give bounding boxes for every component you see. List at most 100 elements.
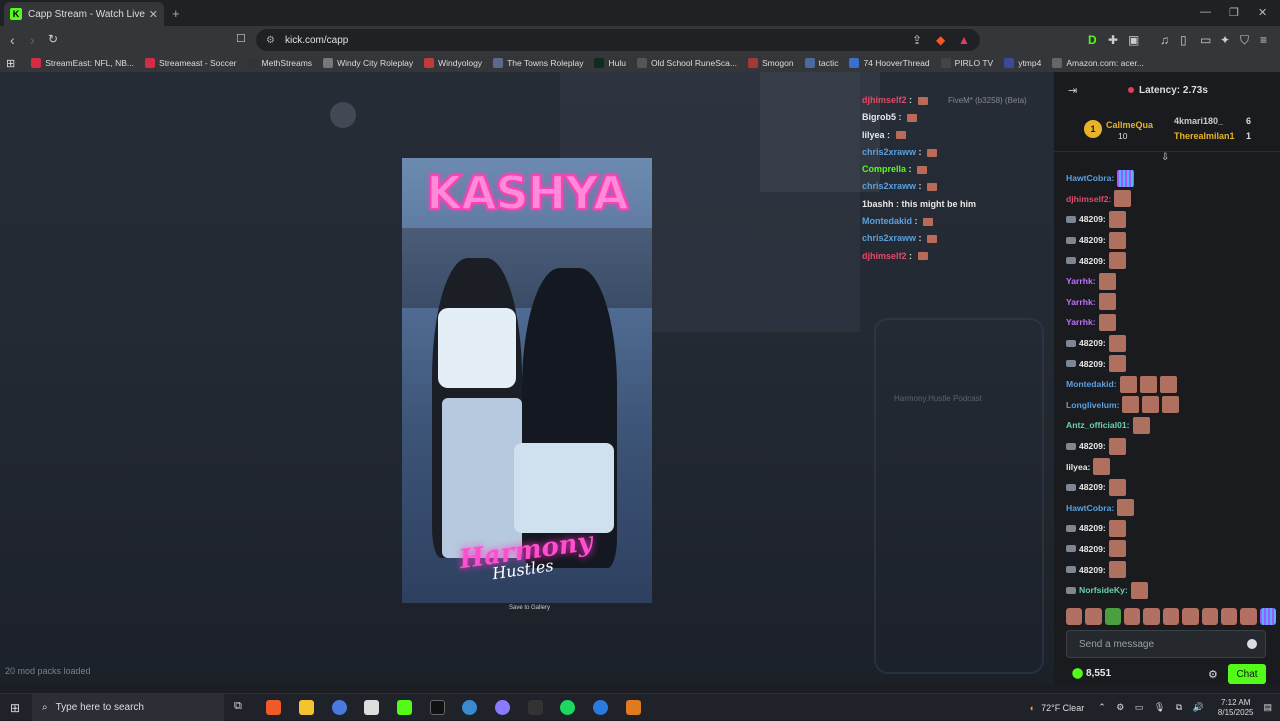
- chat-message[interactable]: 48209:: [1066, 518, 1276, 539]
- chat-input[interactable]: Send a message: [1066, 630, 1266, 658]
- leader-name-2[interactable]: 4kmari180_: [1174, 116, 1223, 126]
- brave-taskbar-icon[interactable]: [266, 700, 281, 715]
- video-player[interactable]: FiveM* (b3258) (Beta) KASHYA Harmony Hus…: [0, 72, 1054, 684]
- bookmark-item[interactable]: 74 HooverThread: [849, 58, 930, 68]
- tray-icons[interactable]: ⌃ ⚙ ▭ 🎙 ⧉ 🔊: [1098, 702, 1208, 713]
- sidebar-icon[interactable]: ▯: [1180, 33, 1187, 47]
- chrome-taskbar-icon[interactable]: [332, 700, 347, 715]
- leo-ai-icon[interactable]: ✦: [1220, 33, 1230, 47]
- window-close-icon[interactable]: ✕: [1258, 6, 1267, 19]
- app-a-taskbar-icon[interactable]: [626, 700, 641, 715]
- chat-username[interactable]: 48209:: [1079, 256, 1106, 266]
- chat-message[interactable]: 48209:: [1066, 477, 1276, 498]
- extensions-icon[interactable]: ✚: [1108, 33, 1118, 47]
- chat-username[interactable]: 48209:: [1079, 565, 1106, 575]
- maximize-icon[interactable]: ❐: [1229, 6, 1239, 19]
- share-icon[interactable]: ⇪: [912, 33, 922, 47]
- start-windows-icon[interactable]: ⊞: [10, 701, 20, 715]
- bookmark-item[interactable]: Old School RuneSca...: [636, 58, 737, 68]
- chat-message[interactable]: 48209:: [1066, 333, 1276, 354]
- capcut-taskbar-icon[interactable]: [364, 700, 379, 715]
- quick-emote[interactable]: [1143, 608, 1160, 625]
- collapse-chat-icon[interactable]: ⇥: [1068, 84, 1077, 97]
- chat-username[interactable]: Yarrhk:: [1066, 276, 1096, 286]
- chat-message[interactable]: 48209:: [1066, 230, 1276, 251]
- discord-taskbar-icon[interactable]: [495, 700, 510, 715]
- chat-message[interactable]: 48209:: [1066, 559, 1276, 580]
- chat-message[interactable]: lilyea:: [1066, 456, 1276, 477]
- chat-username[interactable]: Yarrhk:: [1066, 317, 1096, 327]
- chat-username[interactable]: 48209:: [1079, 214, 1106, 224]
- chat-username[interactable]: 48209:: [1079, 544, 1106, 554]
- chat-username[interactable]: HawtCobra:: [1066, 503, 1114, 513]
- chat-message[interactable]: 48209:: [1066, 436, 1276, 457]
- chat-message[interactable]: NorfsideKy:: [1066, 580, 1276, 601]
- file-explorer-icon[interactable]: [299, 700, 314, 715]
- forward-icon[interactable]: ›: [30, 32, 35, 48]
- chat-message[interactable]: Montedakid:: [1066, 374, 1276, 395]
- spotify-taskbar-icon[interactable]: [560, 700, 575, 715]
- extension-d-icon[interactable]: D: [1088, 33, 1097, 47]
- chat-message[interactable]: HawtCobra:: [1066, 498, 1276, 519]
- quick-emote[interactable]: [1085, 608, 1102, 625]
- chat-message[interactable]: 48209:: [1066, 250, 1276, 271]
- chat-username[interactable]: Antz_official01:: [1066, 420, 1130, 430]
- chat-username[interactable]: 48209:: [1079, 338, 1106, 348]
- task-view-icon[interactable]: ⧉: [234, 700, 242, 713]
- chat-username[interactable]: 48209:: [1079, 441, 1106, 451]
- channel-points[interactable]: ⬤ 8,551: [1072, 668, 1111, 679]
- notifications-icon[interactable]: ▤: [1263, 702, 1272, 713]
- bookmark-item[interactable]: Amazon.com: acer...: [1052, 58, 1144, 68]
- extension-box-icon[interactable]: ▣: [1128, 33, 1139, 47]
- apps-grid-icon[interactable]: ⊞: [6, 57, 15, 70]
- chat-username[interactable]: HawtCobra:: [1066, 173, 1114, 183]
- chat-username[interactable]: NorfsideKy:: [1079, 585, 1128, 595]
- scroll-down-icon[interactable]: ⇩: [1161, 152, 1169, 163]
- tab-active[interactable]: K Capp Stream - Watch Live on ✕: [4, 2, 164, 26]
- quick-emote[interactable]: [1124, 608, 1141, 625]
- chat-message[interactable]: Yarrhk:: [1066, 271, 1276, 292]
- chat-message[interactable]: 48209:: [1066, 209, 1276, 230]
- chat-username[interactable]: Montedakid:: [1066, 379, 1117, 389]
- chat-username[interactable]: 48209:: [1079, 523, 1106, 533]
- minimize-icon[interactable]: —: [1200, 6, 1211, 18]
- quick-emote[interactable]: [1259, 608, 1276, 625]
- skype-taskbar-icon[interactable]: [593, 700, 608, 715]
- quick-emote[interactable]: [1162, 608, 1180, 625]
- chat-message[interactable]: Yarrhk:: [1066, 312, 1276, 333]
- bookmark-icon[interactable]: ☐: [236, 32, 246, 45]
- quick-emote[interactable]: [1220, 608, 1238, 625]
- leader-name-1[interactable]: CallmeQua: [1106, 120, 1153, 130]
- chat-send-button[interactable]: Chat: [1228, 664, 1266, 684]
- emoji-picker-icon[interactable]: [1247, 639, 1257, 649]
- quick-emote[interactable]: [1182, 608, 1199, 625]
- clock[interactable]: 7:12 AM 8/15/2025: [1218, 698, 1254, 718]
- quick-emote[interactable]: [1201, 608, 1218, 625]
- back-icon[interactable]: ‹: [10, 32, 15, 48]
- bookmark-item[interactable]: Smogon: [747, 58, 794, 68]
- brave-rewards-icon[interactable]: ▲: [958, 33, 970, 47]
- chat-message[interactable]: HawtCobra:: [1066, 168, 1276, 189]
- chat-username[interactable]: 48209:: [1079, 359, 1106, 369]
- chat-message[interactable]: 48209:: [1066, 539, 1276, 560]
- chat-message[interactable]: 48209:: [1066, 353, 1276, 374]
- weather-text[interactable]: 72°F Clear: [1041, 703, 1084, 713]
- kick-taskbar-icon[interactable]: [397, 700, 412, 715]
- reload-icon[interactable]: ↻: [48, 32, 58, 46]
- media-icon[interactable]: ♫: [1160, 33, 1169, 47]
- bookmark-item[interactable]: MethStreams: [247, 58, 312, 68]
- controller-taskbar-icon[interactable]: [528, 700, 543, 715]
- x-taskbar-icon[interactable]: [430, 700, 445, 715]
- quick-emote[interactable]: [1066, 608, 1083, 625]
- bookmark-item[interactable]: Streameast - Soccer: [145, 58, 237, 68]
- brave-shield-icon[interactable]: ◆: [936, 33, 945, 47]
- new-tab-button[interactable]: +: [172, 6, 180, 21]
- bookmark-item[interactable]: PIRLO TV: [940, 58, 993, 68]
- site-info-icon[interactable]: ⚙: [266, 35, 275, 46]
- bookmark-item[interactable]: StreamEast: NFL, NB...: [31, 58, 134, 68]
- chat-username[interactable]: 48209:: [1079, 482, 1106, 492]
- menu-icon[interactable]: ≡: [1260, 33, 1267, 47]
- quick-emote[interactable]: [1240, 608, 1257, 625]
- chat-message[interactable]: Yarrhk:: [1066, 292, 1276, 313]
- bookmark-item[interactable]: Windy City Roleplay: [323, 58, 413, 68]
